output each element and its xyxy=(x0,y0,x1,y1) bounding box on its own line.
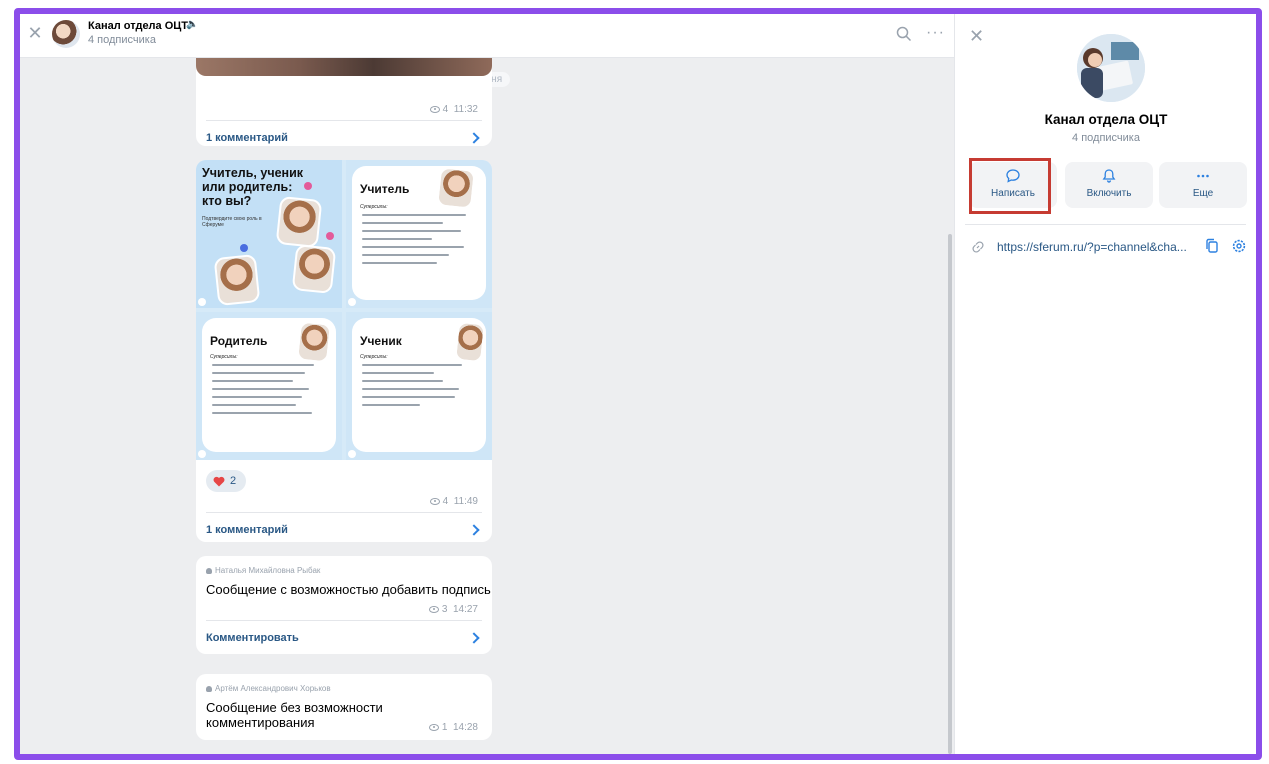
collage-tile-teacher[interactable]: Учитель Суперсилы: xyxy=(346,160,492,308)
user-icon xyxy=(206,685,212,692)
eye-icon xyxy=(428,605,439,613)
channel-link[interactable]: https://sferum.ru/?p=channel&cha... xyxy=(997,240,1187,254)
photo-teacher xyxy=(275,195,323,249)
user-icon xyxy=(206,567,212,574)
more-icon xyxy=(1197,174,1209,178)
chevron-right-icon[interactable] xyxy=(468,524,480,536)
post-1: 4 11:32 1 комментарий xyxy=(196,54,492,146)
divider xyxy=(965,224,1246,225)
reaction-heart[interactable]: 2 xyxy=(206,470,246,492)
post-2: Учитель, ученик или родитель: кто вы? По… xyxy=(196,160,492,542)
photo-parent xyxy=(295,320,333,364)
channel-title[interactable]: Канал отдела ОЦТ xyxy=(88,20,188,32)
highlight-box xyxy=(969,158,1051,214)
photo-student xyxy=(453,320,487,364)
tile-title: Учитель xyxy=(360,182,410,196)
post-author[interactable]: Наталья Михайловна Рыбак xyxy=(206,566,320,575)
channel-feed: сегодня 4 11:32 1 комментарий Учитель, у… xyxy=(20,14,954,754)
collage-tile-student[interactable]: Ученик Суперсилы: xyxy=(346,312,492,460)
close-icon[interactable]: ✕ xyxy=(26,24,44,42)
profile-name: Канал отдела ОЦТ xyxy=(1044,112,1168,127)
post-meta: 1 14:28 xyxy=(428,722,478,733)
sub-heading: Суперсилы: xyxy=(360,204,388,210)
channel-profile-panel: ✕ Канал отдела ОЦТ 4 подписчика Написать… xyxy=(954,14,1256,754)
role-card: Родитель Суперсилы: xyxy=(202,318,336,452)
notifications-button[interactable]: Включить xyxy=(1065,162,1153,208)
post-meta: 3 14:27 xyxy=(428,604,478,615)
post-meta: 4 11:32 xyxy=(429,104,478,115)
chat-header: ✕ Канал отдела ОЦТ 🔈 4 подписчика ··· xyxy=(20,14,954,58)
tile-title: Родитель xyxy=(210,334,268,348)
pin-icon xyxy=(240,244,248,252)
comments-link[interactable]: 1 комментарий xyxy=(206,132,288,144)
post-3: Наталья Михайловна Рыбак Сообщение с воз… xyxy=(196,556,492,654)
close-icon[interactable]: ✕ xyxy=(969,26,984,47)
app-window: сегодня 4 11:32 1 комментарий Учитель, у… xyxy=(14,8,1262,760)
bell-icon xyxy=(1102,169,1116,183)
comments-link[interactable]: 1 комментарий xyxy=(206,524,288,536)
photo-teacher xyxy=(436,166,476,210)
photo-parent xyxy=(291,244,337,294)
sub-heading: Суперсилы: xyxy=(360,354,388,360)
divider xyxy=(206,620,482,621)
page-marker xyxy=(198,298,206,306)
muted-icon: 🔈 xyxy=(186,19,199,30)
avatar[interactable] xyxy=(52,20,80,48)
profile-subscribers[interactable]: 4 подписчика xyxy=(955,132,1256,144)
post-text: Сообщение с возможностью добавить подпис… xyxy=(206,582,491,597)
page-marker xyxy=(348,298,356,306)
avatar-illustration xyxy=(1077,34,1145,102)
chevron-right-icon[interactable] xyxy=(468,132,480,144)
post-4: Артём Александрович Хорьков Сообщение бе… xyxy=(196,674,492,740)
divider xyxy=(206,120,482,121)
page-marker xyxy=(198,450,206,458)
channel-avatar[interactable] xyxy=(1077,34,1145,102)
subscriber-count: 4 подписчика xyxy=(88,34,156,46)
more-icon[interactable]: ··· xyxy=(926,24,945,42)
role-card: Учитель Суперсилы: xyxy=(352,166,486,300)
tile-note: Подтвердите свою роль в Сферуме xyxy=(202,216,262,228)
superpower-list xyxy=(362,214,478,270)
collage-tile-parent[interactable]: Родитель Суперсилы: xyxy=(196,312,342,460)
eye-icon xyxy=(429,497,440,505)
photo-student xyxy=(213,253,261,307)
gear-icon[interactable] xyxy=(1231,238,1247,254)
page-marker xyxy=(348,450,356,458)
reaction-count: 2 xyxy=(230,475,237,487)
collage-tile-roles[interactable]: Учитель, ученик или родитель: кто вы? По… xyxy=(196,160,342,308)
comment-button[interactable]: Комментировать xyxy=(206,632,299,644)
more-button[interactable]: Еще xyxy=(1159,162,1247,208)
post-author[interactable]: Артём Александрович Хорьков xyxy=(206,684,331,693)
post-meta: 4 11:49 xyxy=(429,496,478,507)
superpower-list xyxy=(362,364,478,412)
divider xyxy=(206,512,482,513)
superpower-list xyxy=(212,364,328,420)
pin-icon xyxy=(326,232,334,240)
search-icon[interactable] xyxy=(896,26,912,42)
pin-icon xyxy=(304,182,312,190)
link-icon xyxy=(972,241,984,253)
scrollbar[interactable] xyxy=(948,234,952,754)
sub-heading: Суперсилы: xyxy=(210,354,238,360)
notifications-button-label: Включить xyxy=(1086,188,1132,199)
chevron-right-icon[interactable] xyxy=(468,632,480,644)
tile-title: Ученик xyxy=(360,334,402,348)
copy-icon[interactable] xyxy=(1205,238,1219,254)
eye-icon xyxy=(429,105,440,113)
eye-icon xyxy=(428,723,439,731)
role-card: Ученик Суперсилы: xyxy=(352,318,487,452)
image-collage[interactable]: Учитель, ученик или родитель: кто вы? По… xyxy=(196,160,492,460)
heart-icon xyxy=(213,476,225,487)
more-button-label: Еще xyxy=(1192,188,1214,199)
